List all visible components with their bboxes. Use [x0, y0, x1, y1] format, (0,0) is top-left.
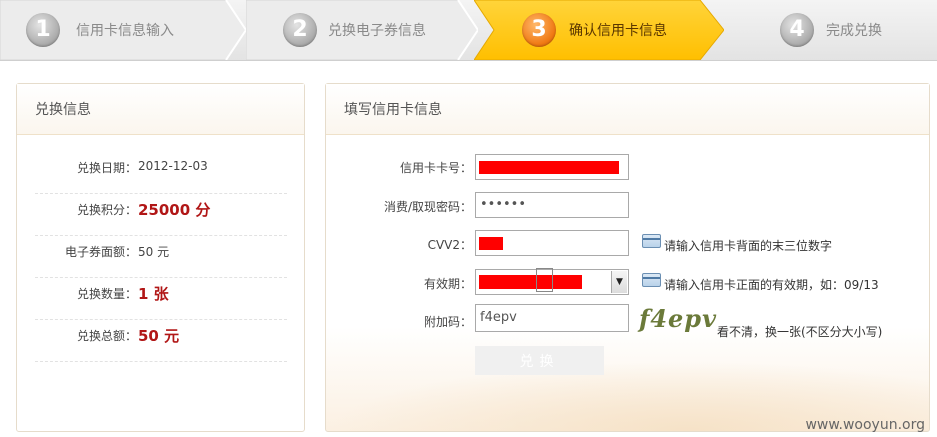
redaction-block	[479, 275, 582, 289]
step-number: 4	[780, 13, 814, 47]
expiry-select[interactable]: ▼	[475, 268, 629, 295]
step-number: 3	[522, 13, 556, 47]
card-number-input[interactable]	[475, 154, 629, 180]
watermark: www.wooyun.org	[805, 417, 925, 433]
credit-card-front-icon	[642, 273, 661, 287]
step-progress-bar: 1 信用卡信息输入 2 兑换电子券信息 3 确认信用卡信息 4 完成兑换	[0, 0, 937, 61]
step-label: 兑换电子券信息	[328, 23, 426, 39]
exchange-info-list: 兑换日期： 2012-12-03 兑换积分： 25000 分 电子券面额： 50…	[35, 152, 287, 362]
step-number: 1	[26, 13, 60, 47]
list-item: 兑换数量： 1 张	[35, 278, 287, 320]
info-value: 2012-12-03	[138, 159, 208, 173]
panel-title: 填写信用卡信息	[326, 84, 929, 135]
step-label: 信用卡信息输入	[76, 23, 174, 39]
credit-card-form-panel: 填写信用卡信息 信用卡卡号： 消费/取现密码： •••••• CVV2： 请输入…	[325, 83, 930, 432]
panel-title: 兑换信息	[17, 84, 304, 135]
info-label: 电子券面额：	[64, 245, 137, 259]
info-label: 兑换数量：	[76, 287, 137, 301]
cvv-label: CVV2：	[427, 238, 472, 252]
chevron-down-icon[interactable]: ▼	[611, 271, 627, 293]
list-item: 兑换总额： 50 元	[35, 320, 287, 362]
captcha-image[interactable]: f4epv	[639, 304, 717, 333]
step-2: 2 兑换电子券信息	[246, 0, 478, 60]
redaction-block	[479, 161, 619, 174]
info-label: 兑换积分：	[76, 203, 137, 217]
password-input[interactable]: ••••••	[475, 192, 629, 218]
info-value: 50 元	[138, 327, 180, 345]
list-item: 兑换积分： 25000 分	[35, 194, 287, 236]
credit-card-back-icon	[642, 234, 661, 248]
expiry-year-divider	[536, 268, 553, 292]
card-number-label: 信用卡卡号：	[399, 161, 472, 175]
step-1: 1 信用卡信息输入	[0, 0, 246, 60]
redaction-block	[479, 237, 503, 250]
list-item: 电子券面额： 50 元	[35, 236, 287, 278]
info-value: 25000 分	[138, 201, 211, 219]
info-value: 1 张	[138, 285, 169, 303]
info-value: 50 元	[138, 245, 170, 259]
expiry-label: 有效期：	[423, 277, 472, 291]
step-number: 2	[283, 13, 317, 47]
list-item: 兑换日期： 2012-12-03	[35, 152, 287, 194]
captcha-refresh-link[interactable]: 看不清，换一张(不区分大小写)	[717, 323, 882, 340]
exchange-submit-button[interactable]: 兑换	[475, 346, 604, 375]
expiry-hint: 请输入信用卡正面的有效期，如：09/13	[664, 278, 879, 292]
step-3: 3 确认信用卡信息	[474, 0, 724, 60]
step-label: 完成兑换	[826, 23, 882, 39]
cvv-input[interactable]	[475, 230, 629, 256]
info-label: 兑换总额：	[76, 329, 137, 343]
step-label: 确认信用卡信息	[569, 23, 667, 39]
info-label: 兑换日期：	[76, 161, 137, 175]
step-4: 4 完成兑换	[724, 0, 937, 60]
captcha-label: 附加码：	[423, 315, 472, 329]
captcha-input[interactable]: f4epv	[475, 304, 629, 332]
exchange-info-panel: 兑换信息 兑换日期： 2012-12-03 兑换积分： 25000 分 电子券面…	[16, 83, 305, 432]
cvv-hint: 请输入信用卡背面的末三位数字	[664, 239, 833, 253]
password-label: 消费/取现密码：	[383, 200, 472, 214]
